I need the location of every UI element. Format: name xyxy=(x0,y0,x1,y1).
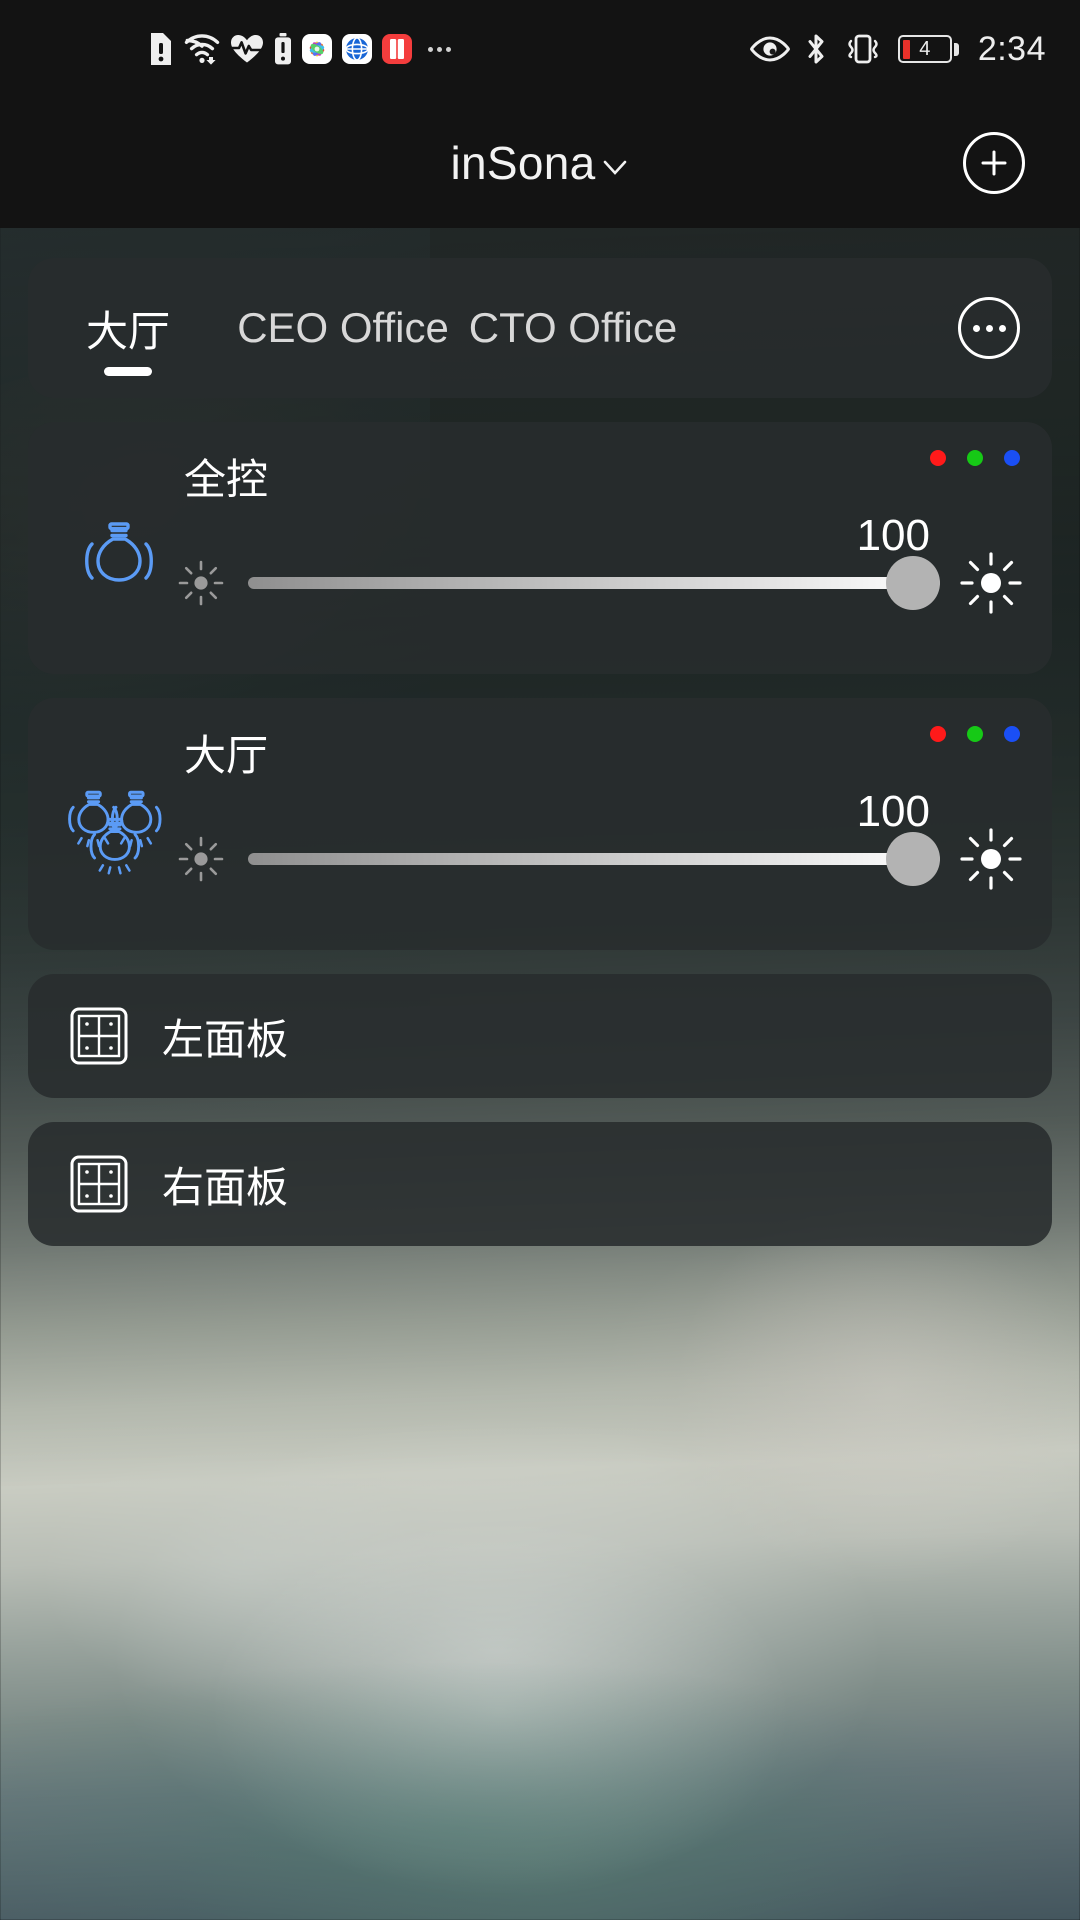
battery-alert-icon xyxy=(275,33,291,65)
device-1-brightness-slider[interactable] xyxy=(248,832,940,886)
device-1-slider-row xyxy=(176,826,1024,892)
app-root: 4 2:34 inSona 大厅 CEO Office CTO Office 全… xyxy=(0,0,1080,1920)
battery-status-icon: 4 xyxy=(897,35,959,63)
device-card-light-1[interactable]: 大厅 100 xyxy=(28,698,1052,950)
wifi-icon xyxy=(184,34,220,65)
heart-rate-icon xyxy=(230,35,263,63)
page-title: inSona xyxy=(450,137,596,189)
slider-track xyxy=(248,853,940,865)
tab-active-indicator xyxy=(104,367,152,376)
battery-level-label: 4 xyxy=(919,38,931,60)
device-0-rgb-indicator xyxy=(930,450,1020,466)
device-0-slider-row xyxy=(176,550,1024,616)
tab-room-1-label: CEO Office xyxy=(237,304,449,351)
sim-alert-icon xyxy=(151,33,171,65)
device-1-rgb-indicator xyxy=(930,726,1020,742)
chevron-down-icon xyxy=(603,160,626,175)
status-bar: 4 2:34 xyxy=(0,0,1080,98)
device-card-light-0[interactable]: 全控 100 xyxy=(28,422,1052,674)
slider-track xyxy=(248,577,940,589)
sun-dim-icon xyxy=(178,836,224,882)
device-card-panel-0[interactable]: 左面板 xyxy=(28,974,1052,1098)
sun-bright-icon[interactable] xyxy=(958,826,1024,892)
status-bar-left-icons xyxy=(148,32,451,66)
device-2-name: 左面板 xyxy=(162,1015,289,1063)
status-bar-clock: 2:34 xyxy=(977,29,1046,68)
device-card-panel-1[interactable]: 右面板 xyxy=(28,1122,1052,1246)
app-header: inSona xyxy=(0,98,1080,228)
room-tabs-bar: 大厅 CEO Office CTO Office xyxy=(28,258,1052,398)
slider-knob[interactable] xyxy=(886,832,940,886)
tab-room-2[interactable]: CTO Office xyxy=(458,258,688,398)
tab-room-0-label: 大厅 xyxy=(85,307,170,355)
tab-room-0[interactable]: 大厅 xyxy=(28,258,228,398)
room-tabs: 大厅 CEO Office CTO Office xyxy=(28,258,958,398)
single-bulb-icon[interactable] xyxy=(76,514,162,600)
device-1-name: 大厅 xyxy=(184,732,269,779)
add-device-button[interactable] xyxy=(963,132,1025,194)
sun-dim-icon xyxy=(178,560,224,606)
tab-room-2-label: CTO Office xyxy=(468,304,678,351)
bluetooth-icon xyxy=(808,34,824,64)
browser-app-icon xyxy=(342,34,372,64)
device-0-brightness-slider[interactable] xyxy=(248,556,940,610)
tab-room-1[interactable]: CEO Office xyxy=(228,258,458,398)
photos-app-icon xyxy=(302,34,332,64)
sun-bright-icon[interactable] xyxy=(958,550,1024,616)
device-0-name: 全控 xyxy=(184,456,269,503)
wall-switch-panel-icon xyxy=(70,1007,128,1065)
room-tabs-more-button[interactable] xyxy=(958,297,1020,359)
eye-comfort-icon xyxy=(749,36,790,62)
main-content: 大厅 CEO Office CTO Office 全控 100 大厅 100 左… xyxy=(0,228,1080,1920)
book-app-icon xyxy=(382,34,412,64)
status-bar-right-icons: 4 2:34 xyxy=(749,30,1046,69)
slider-knob[interactable] xyxy=(886,556,940,610)
wall-switch-panel-icon xyxy=(70,1155,128,1213)
device-3-name: 右面板 xyxy=(162,1163,289,1211)
home-selector[interactable]: inSona xyxy=(450,136,629,190)
plus-icon xyxy=(981,150,1007,176)
more-notifications-icon xyxy=(428,46,451,52)
vibrate-icon xyxy=(848,34,878,64)
triple-bulb-icon[interactable] xyxy=(64,786,170,882)
